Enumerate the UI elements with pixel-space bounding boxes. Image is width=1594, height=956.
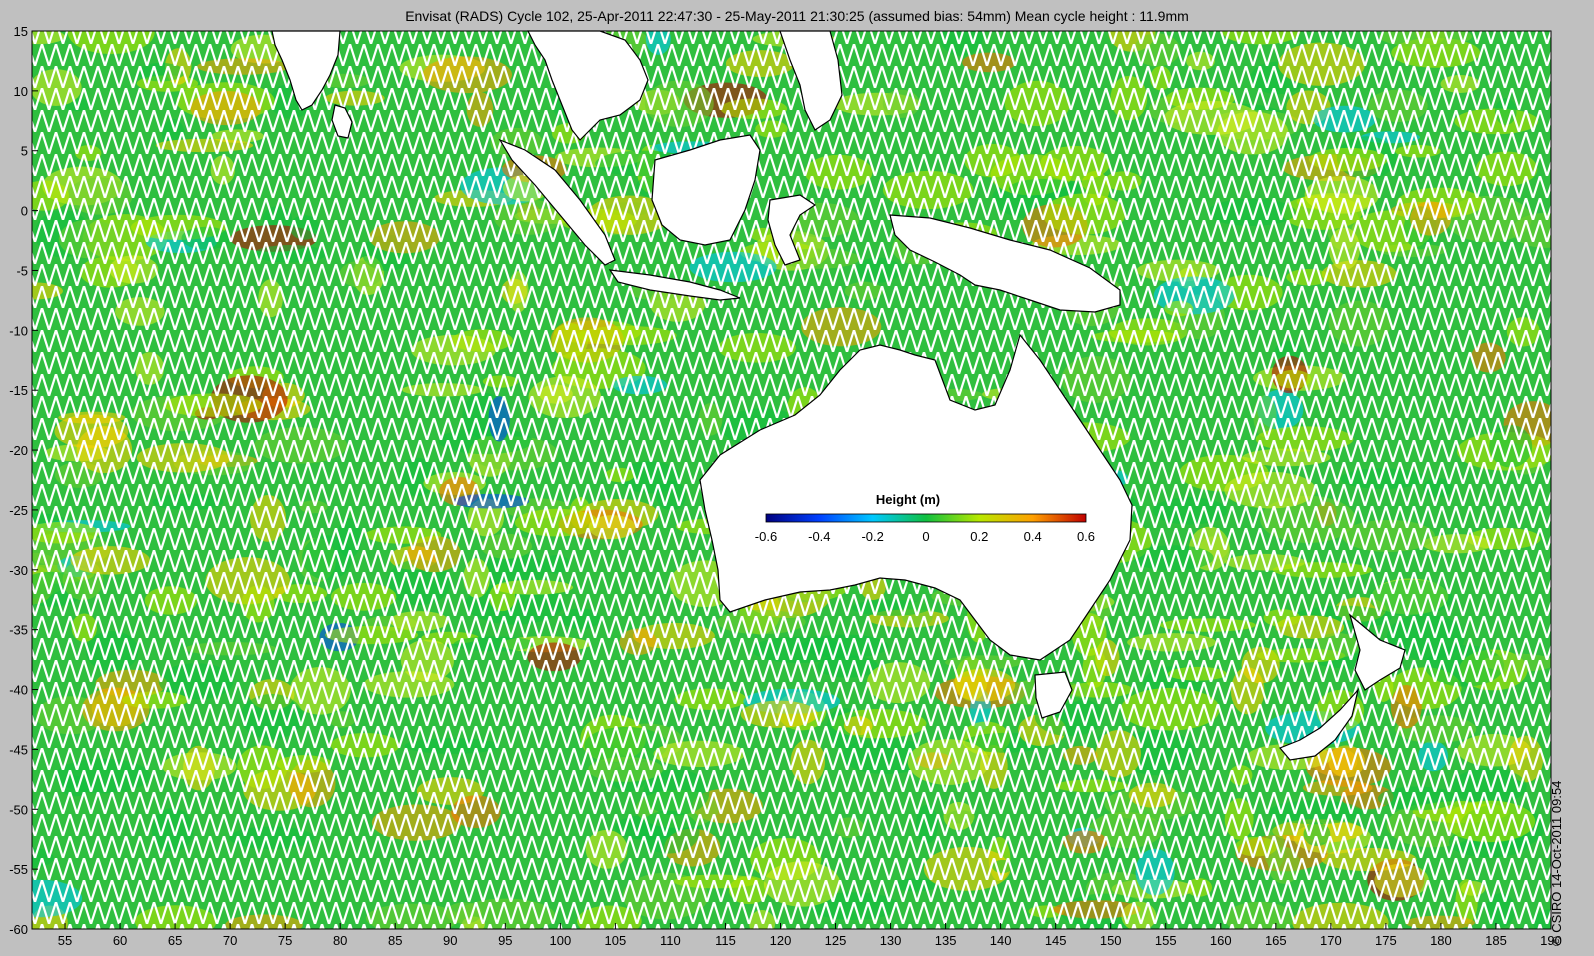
colorbar-tick-label: 0 <box>922 529 929 544</box>
lon-tick-label: 150 <box>1100 933 1122 948</box>
colorbar-tick-label: -0.2 <box>861 529 883 544</box>
lon-tick-label: 130 <box>880 933 902 948</box>
lon-tick-label: 65 <box>168 933 182 948</box>
lon-tick-label: 135 <box>935 933 957 948</box>
sea-height-map: 55 60 65 70 75 80 85 90 95 100 105 110 115 120 125 130 1… <box>9 24 1562 948</box>
lat-tick-label: 15 <box>14 24 28 39</box>
lon-tick-label: 185 <box>1485 933 1507 948</box>
lat-tick-label: -35 <box>9 623 28 638</box>
lon-tick-label: 55 <box>58 933 72 948</box>
lat-tick-label: -60 <box>9 922 28 937</box>
colorbar-tick-label: -0.4 <box>808 529 830 544</box>
colorbar-title: Height (m) <box>876 492 940 507</box>
lon-tick-label: 105 <box>605 933 627 948</box>
lon-tick-label: 90 <box>443 933 457 948</box>
lon-tick-label: 170 <box>1320 933 1342 948</box>
lon-tick-label: 190 <box>1540 933 1562 948</box>
colorbar-gradient <box>765 513 1087 523</box>
lon-tick-label: 75 <box>278 933 292 948</box>
lat-tick-label: -40 <box>9 683 28 698</box>
lon-tick-label: 175 <box>1375 933 1397 948</box>
lon-tick-label: 180 <box>1430 933 1452 948</box>
lat-tick-label: -5 <box>16 263 28 278</box>
colorbar-tick-label: 0.6 <box>1077 529 1095 544</box>
lat-tick-label: -10 <box>9 323 28 338</box>
lat-tick-label: -20 <box>9 443 28 458</box>
lon-tick-label: 85 <box>388 933 402 948</box>
lon-tick-label: 60 <box>113 933 127 948</box>
lon-tick-label: 80 <box>333 933 347 948</box>
colorbar-tick-label: -0.6 <box>755 529 777 544</box>
lon-tick-label: 165 <box>1265 933 1287 948</box>
lon-tick-label: 110 <box>660 933 681 948</box>
lon-tick-label: 145 <box>1045 933 1067 948</box>
lat-tick-label: -25 <box>9 503 28 518</box>
lat-tick-label: -55 <box>9 862 28 877</box>
lon-tick-label: 115 <box>715 933 736 948</box>
lon-tick-label: 70 <box>223 933 237 948</box>
colorbar: Height (m) -0.6 -0.4 -0.2 0 0.2 0.4 0.6 <box>750 487 1095 547</box>
lat-tick-label: -45 <box>9 742 28 757</box>
colorbar-tick-label: 0.4 <box>1024 529 1042 544</box>
lon-tick-label: 100 <box>549 933 571 948</box>
lon-tick-label: 155 <box>1155 933 1177 948</box>
lat-tick-label: 0 <box>21 204 28 219</box>
colorbar-tick-label: 0.2 <box>970 529 988 544</box>
lon-tick-label: 120 <box>770 933 792 948</box>
lat-tick-label: 5 <box>21 144 28 159</box>
lon-tick-label: 140 <box>990 933 1012 948</box>
lon-tick-label: 95 <box>498 933 512 948</box>
lat-tick-label: -30 <box>9 563 28 578</box>
lat-tick-label: -50 <box>9 802 28 817</box>
lon-tick-label: 160 <box>1210 933 1232 948</box>
lat-tick-label: -15 <box>9 383 28 398</box>
lat-tick-label: 10 <box>14 84 28 99</box>
lon-tick-label: 125 <box>825 933 847 948</box>
